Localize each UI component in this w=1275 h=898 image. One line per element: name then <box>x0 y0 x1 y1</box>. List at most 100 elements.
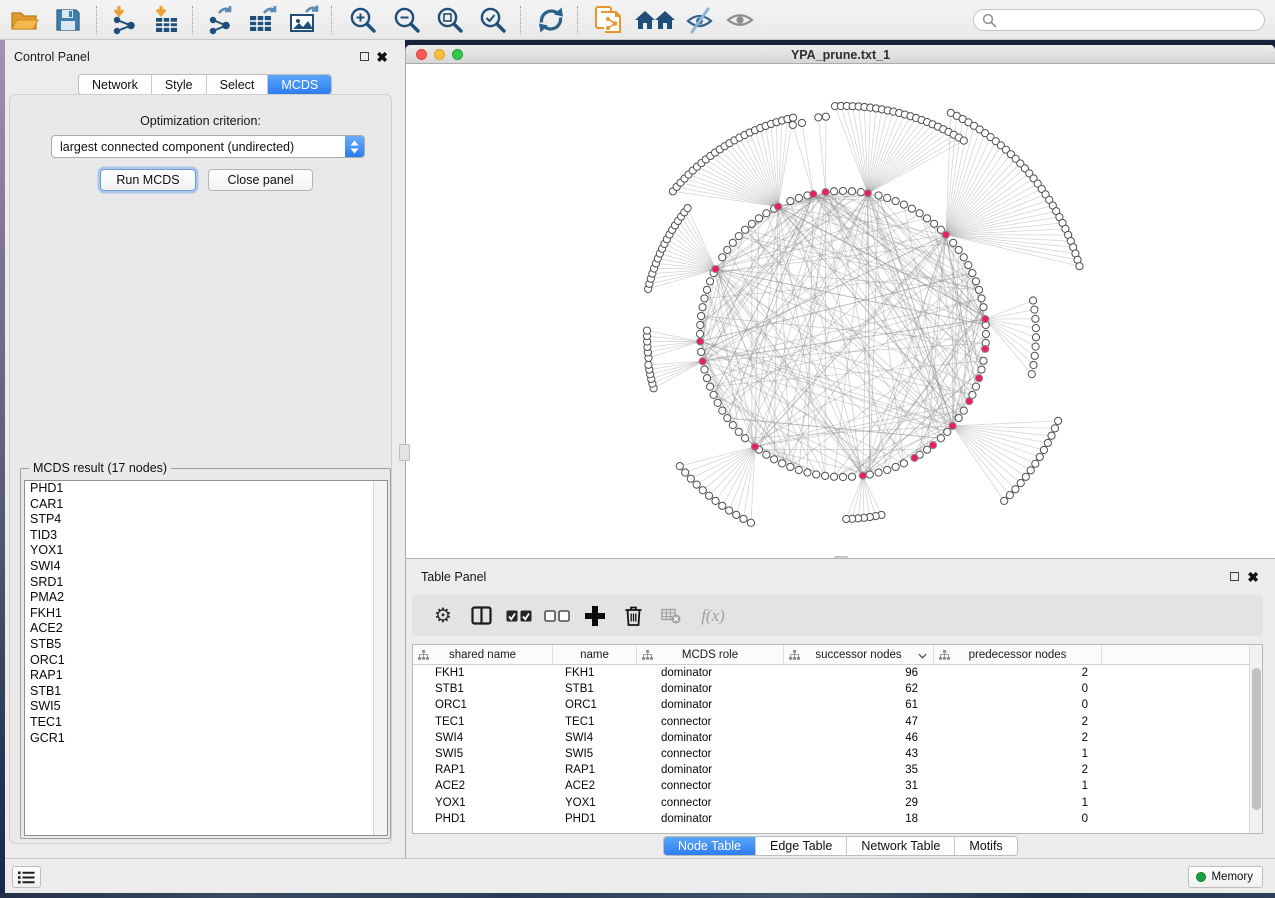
graph-node[interactable] <box>1032 460 1039 467</box>
graph-node[interactable] <box>729 239 736 246</box>
list-item[interactable]: PHD1 <box>25 481 387 497</box>
refresh-layout-button[interactable] <box>533 4 569 36</box>
graph-node[interactable] <box>960 254 967 261</box>
graph-node[interactable] <box>724 246 731 253</box>
column-header-predecessor-nodes[interactable]: predecessor nodes <box>934 645 1102 664</box>
graph-node[interactable] <box>1028 371 1035 378</box>
graph-node[interactable] <box>892 197 899 204</box>
graph-node[interactable] <box>714 399 721 406</box>
memory-button[interactable]: Memory <box>1188 866 1263 888</box>
list-item[interactable]: CAR1 <box>25 497 387 513</box>
graph-node[interactable] <box>699 487 706 494</box>
graph-node[interactable] <box>843 515 850 522</box>
graph-node[interactable] <box>698 312 705 319</box>
graph-node[interactable] <box>1032 343 1039 350</box>
graph-node[interactable] <box>789 121 796 128</box>
table-scrollbar[interactable] <box>1249 645 1262 833</box>
graph-node[interactable] <box>1017 480 1024 487</box>
graph-node[interactable] <box>787 463 794 470</box>
list-item[interactable]: PMA2 <box>25 590 387 606</box>
graph-node[interactable] <box>774 203 781 210</box>
graph-node[interactable] <box>1032 315 1039 322</box>
table-row[interactable]: SWI4SWI4dominator462 <box>413 730 1250 746</box>
graph-node[interactable] <box>937 435 944 442</box>
list-item[interactable]: STP4 <box>25 512 387 528</box>
graph-node[interactable] <box>884 466 891 473</box>
graph-node[interactable] <box>875 469 882 476</box>
tab-edge-table[interactable]: Edge Table <box>756 837 847 855</box>
graph-node[interactable] <box>701 295 708 302</box>
graph-node[interactable] <box>789 114 796 121</box>
column-header-name[interactable]: name <box>553 645 637 664</box>
graph-node[interactable] <box>900 201 907 208</box>
close-panel-button[interactable]: Close panel <box>208 169 313 191</box>
graph-node[interactable] <box>931 220 938 227</box>
graph-node[interactable] <box>1006 492 1013 499</box>
list-item[interactable]: STB1 <box>25 684 387 700</box>
graph-node[interactable] <box>864 190 871 197</box>
function-builder-button[interactable]: f(x) <box>690 599 736 633</box>
graph-node[interactable] <box>742 435 749 442</box>
graph-node[interactable] <box>978 366 985 373</box>
graph-node[interactable] <box>839 187 846 194</box>
graph-node[interactable] <box>684 205 691 212</box>
tab-select[interactable]: Select <box>207 75 269 94</box>
tab-node-table[interactable]: Node Table <box>664 837 756 855</box>
graph-node[interactable] <box>965 262 972 269</box>
graph-node[interactable] <box>955 246 962 253</box>
list-item[interactable]: TEC1 <box>25 715 387 731</box>
graph-node[interactable] <box>955 414 962 421</box>
graph-node[interactable] <box>699 304 706 311</box>
graph-node[interactable] <box>1040 446 1047 453</box>
graph-node[interactable] <box>822 113 829 120</box>
graph-node[interactable] <box>830 188 837 195</box>
graph-node[interactable] <box>1051 425 1058 432</box>
tab-mcds[interactable]: MCDS <box>268 75 331 94</box>
table-row[interactable]: PHD1PHD1dominator180 <box>413 811 1250 827</box>
tab-network-table[interactable]: Network Table <box>847 837 955 855</box>
graph-node[interactable] <box>972 278 979 285</box>
table-row[interactable]: STB1STB1dominator620 <box>413 681 1250 697</box>
graph-node[interactable] <box>719 254 726 261</box>
graph-node[interactable] <box>815 114 822 121</box>
network-window-titlebar[interactable]: YPA_prune.txt_1 <box>406 45 1275 64</box>
graph-node[interactable] <box>699 358 706 365</box>
graph-node[interactable] <box>892 463 899 470</box>
graph-node[interactable] <box>696 330 703 337</box>
graph-node[interactable] <box>942 231 949 238</box>
graph-node[interactable] <box>1055 417 1062 424</box>
list-item[interactable]: ORC1 <box>25 653 387 669</box>
import-table-button[interactable] <box>148 4 184 36</box>
graph-node[interactable] <box>1048 432 1055 439</box>
graph-node[interactable] <box>949 422 956 429</box>
graph-node[interactable] <box>923 215 930 222</box>
graph-node[interactable] <box>701 366 708 373</box>
graph-node[interactable] <box>740 515 747 522</box>
table-settings-button[interactable]: ⚙ <box>424 599 462 633</box>
export-table-button[interactable] <box>244 4 280 36</box>
graph-node[interactable] <box>705 492 712 499</box>
export-network-button[interactable] <box>202 4 238 36</box>
graph-node[interactable] <box>884 194 891 201</box>
graph-node[interactable] <box>706 278 713 285</box>
graph-node[interactable] <box>735 233 742 240</box>
table-row[interactable]: YOX1YOX1connector291 <box>413 795 1250 811</box>
graph-node[interactable] <box>982 345 989 352</box>
list-item[interactable]: SRD1 <box>25 575 387 591</box>
network-search-box[interactable] <box>973 9 1265 31</box>
graph-node[interactable] <box>969 270 976 277</box>
column-header-successor-nodes[interactable]: successor nodes <box>784 645 934 664</box>
graph-node[interactable] <box>719 502 726 509</box>
graph-node[interactable] <box>729 422 736 429</box>
network-graph[interactable] <box>406 64 1275 558</box>
graph-node[interactable] <box>779 460 786 467</box>
column-header-shared-name[interactable]: shared name <box>413 645 553 664</box>
graph-node[interactable] <box>982 330 989 337</box>
clone-network-button[interactable] <box>590 4 626 36</box>
graph-node[interactable] <box>900 460 907 467</box>
graph-node[interactable] <box>693 481 700 488</box>
graph-node[interactable] <box>698 348 705 355</box>
graph-node[interactable] <box>1029 297 1036 304</box>
graph-node[interactable] <box>980 357 987 364</box>
graph-node[interactable] <box>866 471 873 478</box>
